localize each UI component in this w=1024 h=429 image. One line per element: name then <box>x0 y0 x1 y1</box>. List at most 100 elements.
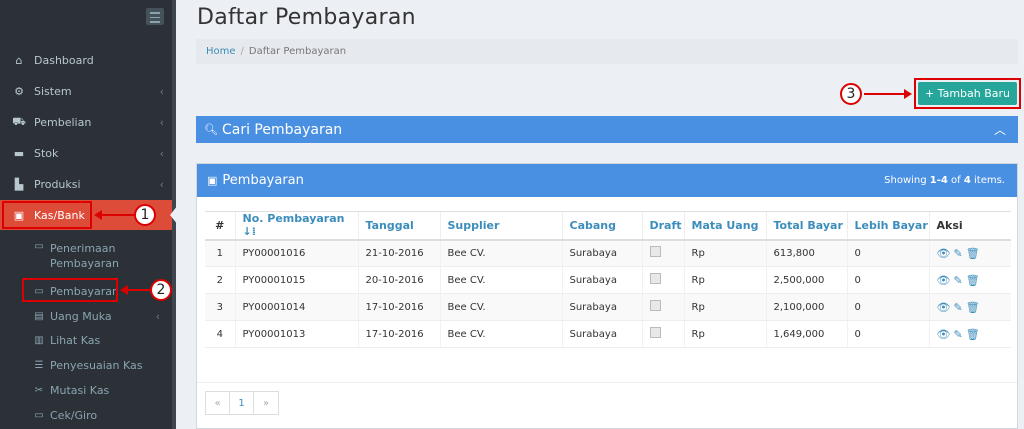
annotation-box-kas-bank <box>2 201 92 229</box>
column-header-cabang[interactable]: Cabang <box>561 211 642 241</box>
table-row[interactable]: 2 PY00001015 20-10-2016 Bee CV. Surabaya Rp 2,… <box>205 266 1011 294</box>
view-icon[interactable]: 👁 <box>937 328 953 341</box>
cell-draft <box>641 320 684 348</box>
payments-panel-title: Pembayaran <box>222 173 304 188</box>
pagination-page-1[interactable]: 1 <box>230 392 254 414</box>
view-icon[interactable]: 👁 <box>937 247 953 260</box>
sidebar-item-stok[interactable]: ▬ Stok ‹ <box>0 138 176 168</box>
sidebar-subitem-uang-muka[interactable]: ▤ Uang Muka ‹ <box>0 306 170 326</box>
search-icon: 🔍︎ <box>204 123 218 136</box>
table-row[interactable]: 1 PY00001016 21-10-2016 Bee CV. Surabaya Rp 61… <box>205 239 1011 267</box>
cell-supplier: Bee CV. <box>439 320 562 348</box>
column-header-mata-uang[interactable]: Mata Uang <box>683 211 766 241</box>
table-row[interactable]: 3 PY00001014 17-10-2016 Bee CV. Surabaya Rp 2,… <box>205 293 1011 321</box>
edit-icon[interactable]: ✎ <box>953 274 964 287</box>
column-header-no-pembayaran[interactable]: No. Pembayaran ↓⁞ <box>234 211 358 241</box>
payments-panel-header: ▣ Pembayaran Showing 1-4 of 4 items. <box>197 164 1017 197</box>
sidebar-subitem-label: Penerimaan Pembayaran <box>50 242 119 270</box>
sidebar-item-pembelian[interactable]: ⛟ Pembelian ‹ <box>0 107 176 137</box>
cell-aksi: 👁✎🗑 <box>928 320 1011 348</box>
annotation-line <box>864 93 906 95</box>
cell-draft <box>641 239 684 267</box>
delete-icon[interactable]: 🗑 <box>966 328 982 341</box>
sidebar-subitem-penyesuaian-kas[interactable]: ☰ Penyesuaian Kas <box>0 355 170 375</box>
annotation-marker-1: 1 <box>134 204 156 226</box>
bank-icon: ▥ <box>34 334 44 346</box>
page-title: Daftar Pembayaran <box>197 5 416 30</box>
sidebar-item-label: Produksi <box>34 177 81 191</box>
cell-mata-uang: Rp <box>683 239 766 267</box>
table-header-row: # No. Pembayaran ↓⁞ Tanggal Supplier Cab… <box>205 211 1011 241</box>
view-icon[interactable]: 👁 <box>937 274 953 287</box>
column-header-tanggal[interactable]: Tanggal <box>357 211 440 241</box>
sidebar-subitem-label: Lihat Kas <box>50 333 101 347</box>
breadcrumb: Home / Daftar Pembayaran <box>196 39 1018 64</box>
delete-icon[interactable]: 🗑 <box>966 301 982 314</box>
view-icon[interactable]: 👁 <box>937 301 953 314</box>
sidebar-item-label: Stok <box>34 146 59 160</box>
column-header-index: # <box>205 211 235 241</box>
sidebar-item-produksi[interactable]: ▙ Produksi ‹ <box>0 169 176 199</box>
breadcrumb-home-link[interactable]: Home <box>206 46 236 57</box>
annotation-marker-3: 3 <box>840 83 862 105</box>
pagination-prev[interactable]: « <box>206 392 230 414</box>
cell-mata-uang: Rp <box>683 293 766 321</box>
cell-cabang: Surabaya <box>561 320 642 348</box>
add-new-button[interactable]: + Tambah Baru <box>918 82 1017 105</box>
payments-table: # No. Pembayaran ↓⁞ Tanggal Supplier Cab… <box>205 211 1011 348</box>
sidebar-subitem-label: Mutasi Kas <box>50 383 110 397</box>
cell-tanggal: 17-10-2016 <box>357 320 440 348</box>
cell-aksi: 👁✎🗑 <box>928 239 1011 267</box>
chevron-up-icon[interactable]: ︿ <box>994 121 1006 138</box>
column-header-supplier[interactable]: Supplier <box>439 211 562 241</box>
chevron-left-icon: ‹ <box>159 177 164 191</box>
chevron-left-icon: ‹ <box>159 146 164 160</box>
sidebar-item-label: Sistem <box>34 84 72 98</box>
cell-draft <box>641 293 684 321</box>
cell-total-bayar: 2,100,000 <box>765 293 847 321</box>
cell-lebih-bayar: 0 <box>846 239 929 267</box>
draft-checkbox[interactable] <box>649 327 661 338</box>
cell-index: 1 <box>205 239 235 267</box>
cell-mata-uang: Rp <box>683 320 766 348</box>
annotation-line <box>126 289 150 291</box>
draft-checkbox[interactable] <box>649 273 661 284</box>
cell-tanggal: 21-10-2016 <box>357 239 440 267</box>
edit-icon[interactable]: ✎ <box>953 247 964 260</box>
card-icon: ▭ <box>34 409 44 421</box>
pagination-next[interactable]: » <box>254 392 278 414</box>
draft-checkbox[interactable] <box>649 246 661 258</box>
sidebar-subitem-lihat-kas[interactable]: ▥ Lihat Kas <box>0 330 170 350</box>
annotation-box-pembayaran <box>22 278 118 302</box>
cell-aksi: 👁✎🗑 <box>928 266 1011 294</box>
table-row[interactable]: 4 PY00001013 17-10-2016 Bee CV. Surabaya Rp 1,… <box>205 320 1011 348</box>
payments-panel: ▣ Pembayaran Showing 1-4 of 4 items. # N… <box>196 163 1018 429</box>
cell-no-pembayaran: PY00001013 <box>234 320 358 348</box>
column-header-draft[interactable]: Draft <box>641 211 684 241</box>
search-panel-header[interactable]: 🔍︎ Cari Pembayaran ︿ <box>196 116 1018 143</box>
edit-icon[interactable]: ✎ <box>953 301 964 314</box>
sidebar-subitem-cek-giro[interactable]: ▭ Cek/Giro <box>0 405 170 425</box>
list-icon: ☰ <box>34 359 44 371</box>
sidebar-subitem-mutasi-kas[interactable]: ✂ Mutasi Kas <box>0 380 170 400</box>
sidebar-item-sistem[interactable]: ⚙ Sistem ‹ <box>0 76 176 106</box>
breadcrumb-separator: / <box>240 46 244 57</box>
delete-icon[interactable]: 🗑 <box>966 274 982 287</box>
cell-no-pembayaran: PY00001015 <box>234 266 358 294</box>
sidebar-item-dashboard[interactable]: ⌂ Dashboard <box>0 45 176 75</box>
delete-icon[interactable]: 🗑 <box>966 247 982 260</box>
sidebar-toggle-button[interactable] <box>146 8 164 25</box>
active-indicator <box>170 205 178 225</box>
sidebar-subitem-penerimaan-pembayaran[interactable]: ▭ Penerimaan Pembayaran <box>0 241 170 273</box>
cell-index: 3 <box>205 293 235 321</box>
cell-mata-uang: Rp <box>683 266 766 294</box>
cell-index: 4 <box>205 320 235 348</box>
items-summary: Showing 1-4 of 4 items. <box>884 175 1005 186</box>
draft-checkbox[interactable] <box>649 300 661 311</box>
edit-icon[interactable]: ✎ <box>953 328 964 341</box>
column-header-total-bayar[interactable]: Total Bayar <box>765 211 847 241</box>
cell-aksi: 👁✎🗑 <box>928 293 1011 321</box>
column-header-lebih-bayar[interactable]: Lebih Bayar <box>846 211 929 241</box>
cell-index: 2 <box>205 266 235 294</box>
cell-tanggal: 20-10-2016 <box>357 266 440 294</box>
